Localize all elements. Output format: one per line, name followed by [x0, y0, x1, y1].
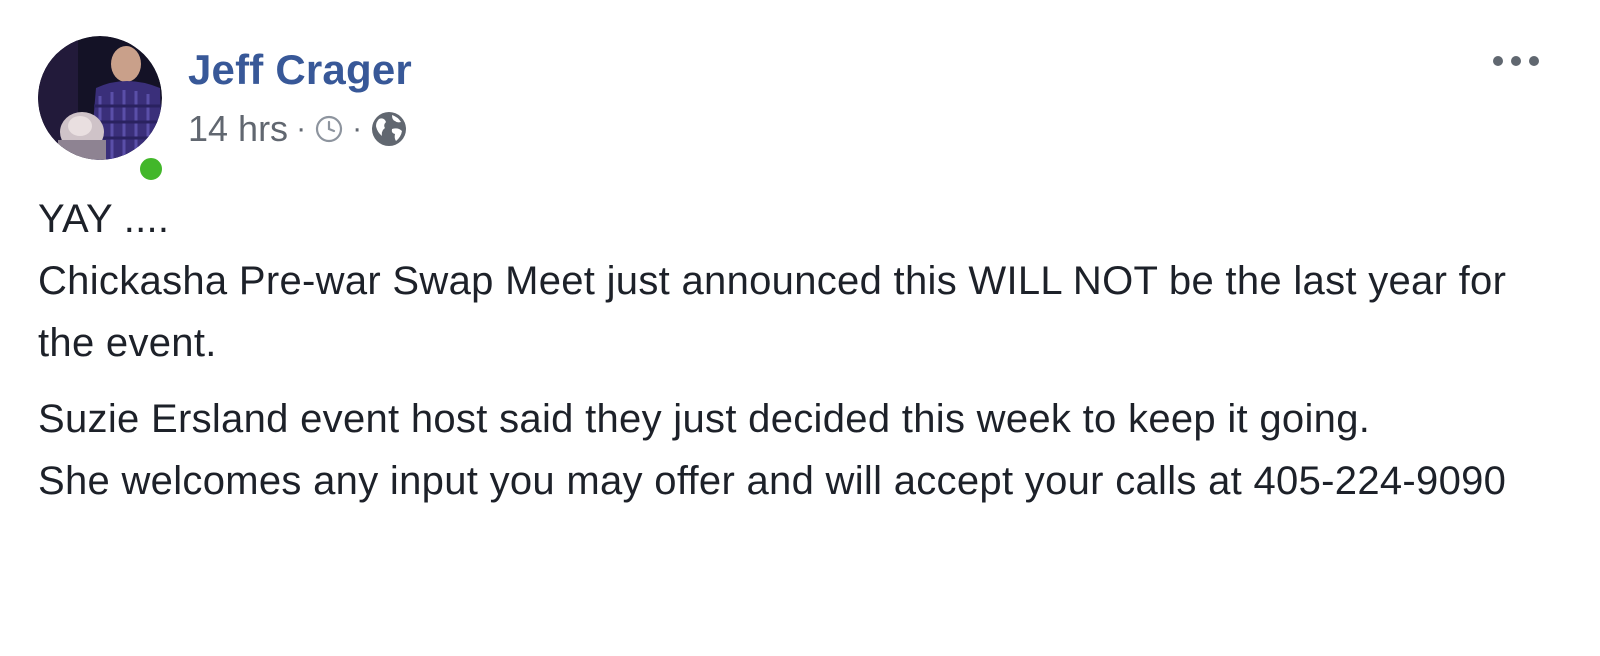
- more-options-button[interactable]: [1484, 44, 1548, 78]
- post-body: YAY .... Chickasha Pre-war Swap Meet jus…: [38, 188, 1568, 512]
- post-paragraph: Suzie Ersland event host said they just …: [38, 397, 1507, 503]
- meta-separator: ·: [352, 112, 363, 145]
- facebook-post: Jeff Crager 14 hrs · · YAY .... Chickash…: [0, 0, 1600, 656]
- author-name-link[interactable]: Jeff Crager: [188, 44, 412, 96]
- post-meta: 14 hrs · ·: [188, 106, 408, 152]
- avatar-photo: [38, 36, 162, 160]
- clock-icon: [314, 114, 344, 144]
- globe-icon[interactable]: [370, 110, 408, 148]
- online-status-indicator: [135, 153, 167, 185]
- ellipsis-icon: [1493, 56, 1539, 66]
- post-timestamp[interactable]: 14 hrs: [188, 108, 288, 150]
- author-avatar[interactable]: [38, 36, 167, 185]
- post-paragraph: YAY .... Chickasha Pre-war Swap Meet jus…: [38, 197, 1507, 365]
- meta-separator: ·: [296, 112, 307, 145]
